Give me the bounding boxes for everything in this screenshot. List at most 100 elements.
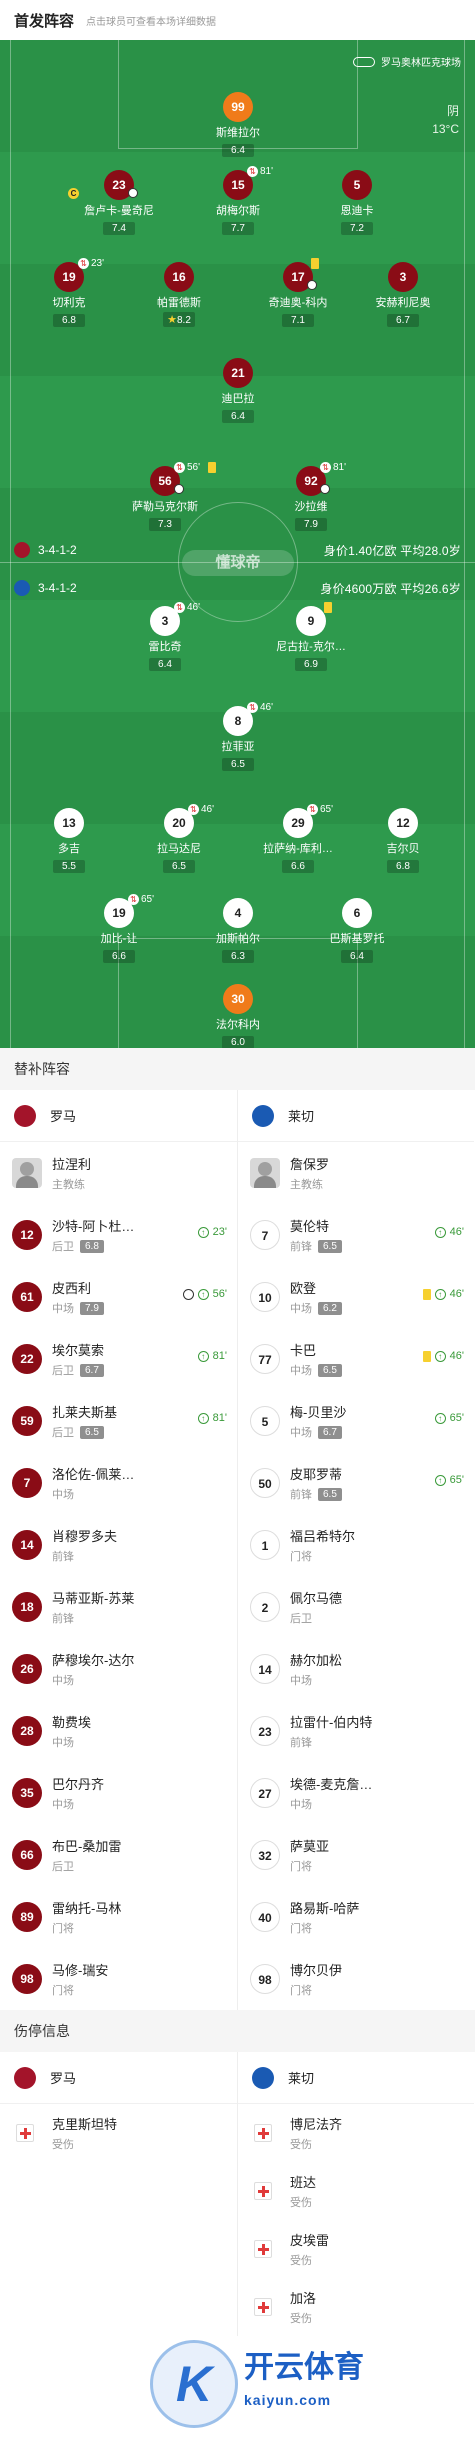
away-formation: 3-4-1-2	[38, 581, 77, 595]
bench-player-row[interactable]: 66 布巴-桑加雷 后卫	[0, 1824, 237, 1886]
away-player[interactable]: 13 多吉 5.5	[24, 808, 114, 874]
coach-row[interactable]: 詹保罗 主教练	[238, 1142, 474, 1204]
home-player[interactable]: 23 C 詹卢卡-曼奇尼 7.4	[68, 170, 164, 236]
player-name: 萨莫亚	[290, 1839, 330, 1854]
bench-player-row[interactable]: 98 马修-瑞安 门将	[0, 1948, 237, 2010]
sub-in-icon: ↑	[197, 1350, 209, 1362]
coach-row[interactable]: 拉涅利 主教练	[0, 1142, 237, 1204]
bench-player-row[interactable]: 22 埃尔莫索 后卫 6.7 ↑ 81'	[0, 1328, 237, 1390]
substitution-event: ↑ 56'	[182, 1288, 227, 1300]
player-position: 后卫	[52, 1861, 74, 1873]
away-player[interactable]: 30 法尔科内 6.0	[193, 984, 283, 1048]
away-player[interactable]: 3 ⇅ 46' 雷比奇 6.4	[120, 602, 210, 672]
home-player[interactable]: 17 奇迪奥-科内 7.1	[253, 258, 343, 328]
player-position: 中场	[52, 1489, 74, 1501]
home-player[interactable]: 5 恩迪卡 7.2	[312, 170, 402, 236]
injury-row[interactable]: 博尼法齐 受伤	[238, 2104, 474, 2162]
player-rating: 6.7	[318, 1425, 342, 1439]
bench-player-row[interactable]: 5 梅-贝里沙 中场 6.7 ↑ 65'	[238, 1390, 474, 1452]
substitution-event: ↑ 46'	[434, 1226, 464, 1238]
venue-name: 罗马奥林匹克球场	[381, 58, 461, 69]
shirt-number: 5	[342, 170, 372, 200]
player-position: 中场	[52, 1799, 74, 1811]
shirt-number: 89	[12, 1902, 42, 1932]
away-player[interactable]: 19 ⇅ 65' 加比-让 6.6	[74, 894, 164, 964]
injury-columns: 罗马 克里斯坦特 受伤 莱切 博尼法齐 受伤 班达 受伤 皮埃雷 受伤 加洛 受伤	[0, 2052, 475, 2336]
player-name: 尼古拉-克尔…	[276, 641, 346, 653]
bench-player-row[interactable]: 27 埃德-麦克詹… 中场	[238, 1762, 474, 1824]
player-name: 埃德-麦克詹…	[290, 1777, 373, 1792]
bench-player-row[interactable]: 35 巴尔丹齐 中场	[0, 1762, 237, 1824]
shirt-number: 40	[250, 1902, 280, 1932]
injury-row[interactable]: 班达 受伤	[238, 2162, 474, 2220]
home-player[interactable]: 16 帕雷德斯 ★8.2	[134, 262, 224, 328]
player-position: 中场	[290, 1799, 312, 1811]
injury-status: 受伤	[52, 2139, 74, 2151]
bench-player-row[interactable]: 28 勒费埃 中场	[0, 1700, 237, 1762]
player-position: 前锋	[52, 1551, 74, 1563]
injury-row[interactable]: 加洛 受伤	[238, 2278, 474, 2336]
substitution-time: ⇅ 81'	[320, 462, 346, 473]
home-player[interactable]: 19 ⇅ 23' 切利克 6.8	[24, 258, 114, 328]
roma-crest-icon	[14, 1104, 36, 1127]
bench-player-row[interactable]: 1 福吕希特尔 门将	[238, 1514, 474, 1576]
away-team-name: 莱切	[288, 2071, 315, 2086]
substitution-icon: ⇅	[78, 258, 89, 269]
injury-row[interactable]: 克里斯坦特 受伤	[0, 2104, 237, 2162]
shirt-number: 1	[250, 1530, 280, 1560]
bench-player-row[interactable]: 23 拉雷什-伯内特 前锋	[238, 1700, 474, 1762]
away-player[interactable]: 4 加斯帕尔 6.3	[193, 898, 283, 964]
substitution-time: ⇅ 46'	[188, 804, 214, 815]
player-name: 詹卢卡-曼奇尼	[84, 205, 154, 217]
home-player[interactable]: 21 迪巴拉 6.4	[193, 358, 283, 424]
player-rating: 7.4	[103, 222, 135, 235]
home-player[interactable]: 92 ⇅ 81' 沙拉维 7.9	[266, 462, 356, 532]
player-rating: 6.5	[163, 860, 195, 873]
home-player[interactable]: 99 斯维拉尔 6.4	[193, 92, 283, 158]
bench-player-row[interactable]: 77 卡巴 中场 6.5 ↑ 46'	[238, 1328, 474, 1390]
bench-player-row[interactable]: 32 萨莫亚 门将	[238, 1824, 474, 1886]
shirt-number: 9	[296, 606, 326, 636]
shirt-number: 77	[250, 1344, 280, 1374]
away-player[interactable]: 12 吉尔贝 6.8	[358, 808, 448, 874]
yellow-card-icon	[311, 258, 319, 269]
substitution-icon: ⇅	[188, 804, 199, 815]
shirt-number: 35	[12, 1778, 42, 1808]
player-name: 加斯帕尔	[216, 933, 260, 945]
medical-cross-icon	[254, 2298, 272, 2316]
medical-cross-icon	[254, 2124, 272, 2142]
player-name: 拉雷什-伯内特	[290, 1715, 373, 1730]
away-player[interactable]: 8 ⇅ 46' 拉菲亚 6.5	[193, 702, 283, 772]
home-player[interactable]: 56 ⇅ 56' 萨勒马克尔斯 7.3	[120, 462, 216, 532]
sub-in-icon: ↑	[434, 1474, 446, 1486]
player-name: 沙拉维	[294, 501, 328, 513]
bench-player-row[interactable]: 50 皮耶罗蒂 前锋 6.5 ↑ 65'	[238, 1452, 474, 1514]
bench-player-row[interactable]: 98 博尔贝伊 门将	[238, 1948, 474, 2010]
player-position: 前锋	[290, 1489, 312, 1501]
player-rating: 6.3	[222, 950, 254, 963]
bench-player-row[interactable]: 12 沙特-阿卜杜… 后卫 6.8 ↑ 23'	[0, 1204, 237, 1266]
bench-player-row[interactable]: 61 皮西利 中场 7.9 ↑ 56'	[0, 1266, 237, 1328]
player-rating: 6.5	[80, 1425, 104, 1439]
bench-player-row[interactable]: 10 欧登 中场 6.2 ↑ 46'	[238, 1266, 474, 1328]
player-position: 门将	[290, 1861, 312, 1873]
bench-player-row[interactable]: 26 萨穆埃尔-达尔 中场	[0, 1638, 237, 1700]
bench-player-row[interactable]: 14 赫尔加松 中场	[238, 1638, 474, 1700]
bench-player-row[interactable]: 7 洛伦佐-佩莱… 中场	[0, 1452, 237, 1514]
away-player[interactable]: 20 ⇅ 46' 拉马达尼 6.5	[134, 804, 224, 874]
lecce-crest-icon	[14, 580, 30, 596]
coach-avatar	[12, 1158, 42, 1188]
bench-player-row[interactable]: 2 佩尔马德 后卫	[238, 1576, 474, 1638]
bench-player-row[interactable]: 59 扎莱夫斯基 后卫 6.5 ↑ 81'	[0, 1390, 237, 1452]
bench-player-row[interactable]: 89 雷纳托-马林 门将	[0, 1886, 237, 1948]
bench-player-row[interactable]: 18 马蒂亚斯-苏莱 前锋	[0, 1576, 237, 1638]
injury-row[interactable]: 皮埃雷 受伤	[238, 2220, 474, 2278]
away-player[interactable]: 29 ⇅ 65' 拉萨纳-库利… 6.6	[253, 804, 343, 874]
home-player[interactable]: 15 ⇅ 81' 胡梅尔斯 7.7	[193, 166, 283, 236]
home-player[interactable]: 3 安赫利尼奥 6.7	[358, 262, 448, 328]
bench-player-row[interactable]: 40 路易斯-哈萨 门将	[238, 1886, 474, 1948]
away-player[interactable]: 6 巴斯基罗托 6.4	[312, 898, 402, 964]
bench-player-row[interactable]: 7 莫伦特 前锋 6.5 ↑ 46'	[238, 1204, 474, 1266]
bench-player-row[interactable]: 14 肖穆罗多夫 前锋	[0, 1514, 237, 1576]
away-player[interactable]: 9 尼古拉-克尔… 6.9	[266, 602, 356, 672]
